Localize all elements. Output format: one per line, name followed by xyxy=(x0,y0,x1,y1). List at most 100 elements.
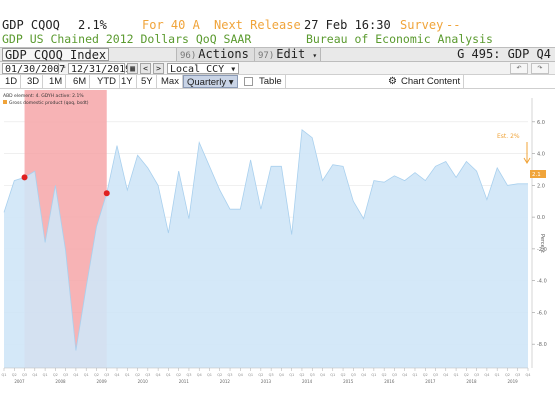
x-quarter-label: Q3 xyxy=(228,373,233,377)
x-quarter-label: Q2 xyxy=(53,373,58,377)
gear-icon[interactable]: ⚙ xyxy=(388,75,397,88)
for-label: For 40 A xyxy=(142,18,200,32)
survey-value: -- xyxy=(446,18,461,32)
currency-select[interactable]: Local CCY ▾ xyxy=(167,63,239,75)
edit-label: Edit xyxy=(276,47,306,61)
chevron-down-icon: ▾ xyxy=(228,77,234,88)
end-date-input[interactable]: 12/31/2019 xyxy=(68,63,131,75)
x-year-label: 2015 xyxy=(343,379,354,384)
estimate-annotation: Est. 2% xyxy=(497,133,520,140)
actions-menu-button[interactable]: 96)Actions ▾ xyxy=(176,48,265,61)
x-quarter-label: Q1 xyxy=(289,373,294,377)
x-quarter-label: Q3 xyxy=(145,373,150,377)
edit-menu-button[interactable]: 97) Edit ▾ xyxy=(254,47,322,61)
x-quarter-label: Q2 xyxy=(135,373,140,377)
x-quarter-label: Q1 xyxy=(166,373,171,377)
function-info: G 495: GDP Q4 xyxy=(457,47,551,61)
x-year-label: 2013 xyxy=(261,379,272,384)
x-quarter-label: Q2 xyxy=(382,373,387,377)
x-quarter-label: Q3 xyxy=(22,373,27,377)
edit-number: 97) xyxy=(258,51,275,61)
date-range-bar: 01/30/2007 - 12/31/2019 ▦ < > Local CCY … xyxy=(0,62,555,75)
period-toolbar: 1D 3D 1M 6M YTD 1Y 5Y Max Quarterly ▾ Ta… xyxy=(0,75,555,89)
x-year-label: 2010 xyxy=(138,379,149,384)
period-5y[interactable]: 5Y xyxy=(138,75,157,88)
date-separator: - xyxy=(61,62,68,73)
x-year-label: 2012 xyxy=(220,379,231,384)
frequency-select[interactable]: Quarterly ▾ xyxy=(183,75,238,88)
x-quarter-label: Q3 xyxy=(515,373,520,377)
chevron-down-icon: ▾ xyxy=(230,64,237,75)
x-quarter-label: Q4 xyxy=(279,373,285,377)
security-info-line: GDP CQOQ 2.1% For 40 A Next Release 27 F… xyxy=(0,17,555,33)
period-1y[interactable]: 1Y xyxy=(118,75,137,88)
x-quarter-label: Q1 xyxy=(248,373,253,377)
x-quarter-label: Q4 xyxy=(156,373,162,377)
previous-period-button[interactable]: < xyxy=(140,63,151,74)
x-quarter-label: Q4 xyxy=(320,373,326,377)
undo-icon[interactable]: ↶ xyxy=(510,63,528,74)
x-year-label: 2019 xyxy=(507,379,518,384)
y-tick-label: -4.0 xyxy=(537,279,547,285)
x-year-label: 2011 xyxy=(179,379,190,384)
x-quarter-label: Q2 xyxy=(12,373,17,377)
function-title-bar: GDP CQOQ Index 96)Actions ▾ 97)Edit ▾ G … xyxy=(0,47,555,62)
x-quarter-label: Q4 xyxy=(402,373,408,377)
recession-marker xyxy=(21,174,28,181)
actions-label: Actions xyxy=(198,47,249,61)
y-tick-label: 0.0 xyxy=(537,215,545,221)
x-quarter-label: Q3 xyxy=(392,373,397,377)
start-date-input[interactable]: 01/30/2007 xyxy=(2,63,65,75)
x-quarter-label: Q1 xyxy=(207,373,212,377)
x-quarter-label: Q2 xyxy=(505,373,510,377)
x-quarter-label: Q1 xyxy=(125,373,130,377)
security-description: GDP US Chained 2012 Dollars QoQ SAAR xyxy=(2,32,252,46)
y-tick-label: -6.0 xyxy=(537,310,547,316)
x-quarter-label: Q2 xyxy=(217,373,222,377)
y-tick-label: -8.0 xyxy=(537,342,547,348)
x-year-label: 2007 xyxy=(14,379,25,384)
x-quarter-label: Q1 xyxy=(43,373,48,377)
survey-label: Survey xyxy=(400,18,444,32)
x-quarter-label: Q2 xyxy=(176,373,181,377)
x-quarter-label: Q3 xyxy=(433,373,438,377)
currency-value: Local CCY xyxy=(170,64,225,75)
x-quarter-label: Q3 xyxy=(474,373,479,377)
frequency-value: Quarterly xyxy=(187,77,227,88)
x-year-label: 2017 xyxy=(425,379,436,384)
x-quarter-label: Q1 xyxy=(454,373,459,377)
gdp-area-chart: 6.04.02.00.0-2.0-4.0-6.0-8.0 Q1 Q2 Q3 Q4 Q1 Q… xyxy=(0,90,555,390)
table-checkbox[interactable] xyxy=(244,77,253,86)
next-period-button[interactable]: > xyxy=(153,63,164,74)
x-year-label: 2014 xyxy=(302,379,313,384)
y-axis-label: Percent xyxy=(539,234,545,253)
period-6m[interactable]: 6M xyxy=(70,75,91,88)
legend-header: ABD element: 4. GDYH active: 2.1% xyxy=(3,93,84,99)
x-quarter-label: Q2 xyxy=(423,373,428,377)
next-release-label: Next Release xyxy=(214,18,301,32)
period-3d[interactable]: 3D xyxy=(24,75,44,88)
legend-swatch xyxy=(3,100,7,104)
y-tick-label: 6.0 xyxy=(537,120,545,126)
period-ytd[interactable]: YTD xyxy=(94,75,120,88)
recession-marker xyxy=(103,190,110,197)
x-quarter-label: Q4 xyxy=(115,373,121,377)
chart-content-button[interactable]: Chart Content xyxy=(398,75,465,88)
period-1d[interactable]: 1D xyxy=(2,75,22,88)
x-quarter-label: Q4 xyxy=(526,373,532,377)
calendar-icon[interactable]: ▦ xyxy=(127,63,138,74)
security-description-line: GDP US Chained 2012 Dollars QoQ SAAR Bur… xyxy=(0,32,555,46)
redo-icon[interactable]: ↷ xyxy=(531,63,549,74)
x-year-label: 2016 xyxy=(384,379,395,384)
table-label[interactable]: Table xyxy=(256,75,286,88)
y-tick-label: 4.0 xyxy=(537,152,545,158)
period-1m[interactable]: 1M xyxy=(46,75,67,88)
ticker-label: GDP CQOQ xyxy=(2,18,60,32)
period-max[interactable]: Max xyxy=(158,75,183,88)
x-quarter-label: Q3 xyxy=(186,373,191,377)
x-quarter-label: Q4 xyxy=(484,373,490,377)
x-quarter-label: Q1 xyxy=(412,373,417,377)
actions-number: 96) xyxy=(180,51,197,61)
x-quarter-label: Q4 xyxy=(73,373,79,377)
chevron-down-icon: ▾ xyxy=(312,51,318,60)
